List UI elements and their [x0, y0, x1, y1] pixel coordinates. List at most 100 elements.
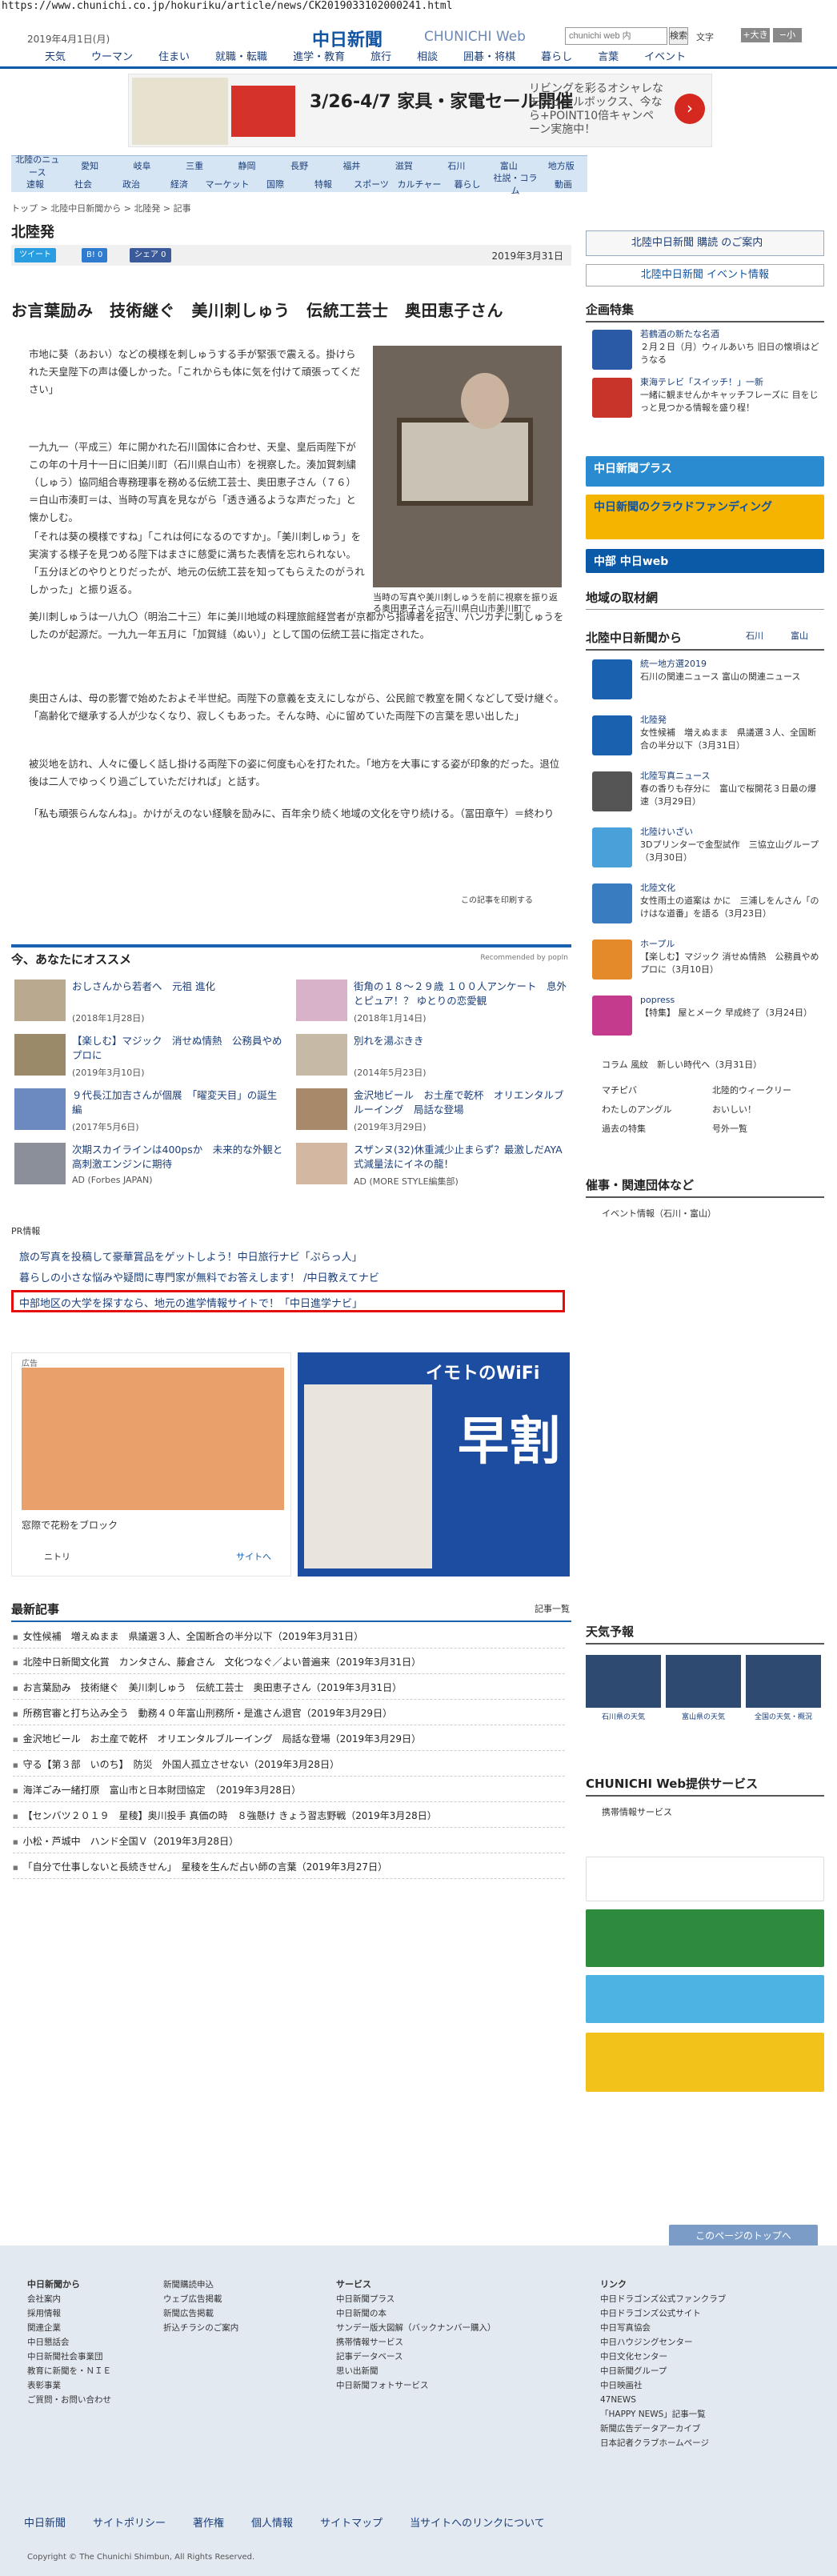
local-title[interactable]: 地域の取材網 [586, 589, 824, 610]
gnav-item[interactable]: 住まい [146, 49, 202, 66]
footer-link[interactable]: ご質問・お問い合わせ [27, 2393, 111, 2407]
recommend-title[interactable]: 次期スカイラインは400psか 未来的な外観と高刺激エンジンに期待 [72, 1143, 285, 1172]
recommend-item[interactable]: 街角の１８～２９歳 １００人アンケート 息外とピュア！？ ゆとりの恋愛観 (201… [296, 976, 568, 1024]
gnav-item[interactable]: 進学・教育 [280, 49, 358, 66]
section-nav-item[interactable]: 三重 [168, 159, 220, 172]
recommend-item[interactable]: ９代長江加吉さんが個展 「曜変天目」の誕生編 (2017年5月6日) [14, 1085, 286, 1133]
section-nav-item[interactable]: 社会 [59, 178, 107, 190]
footer-link[interactable]: 日本記者クラブホームページ [600, 2436, 726, 2450]
footer-link[interactable]: 中日ドラゴンズ公式サイト [600, 2306, 726, 2321]
footer-link[interactable]: 中日新聞グループ [600, 2364, 726, 2378]
item-title[interactable]: 北陸文化 [640, 882, 823, 895]
weather-card[interactable] [666, 1655, 741, 1708]
pr-link[interactable]: 暮らしの小さな悩みや疑問に専門家が無料でお答えします！ /中日教えてナビ [19, 1269, 379, 1284]
right-link[interactable]: 号外一覧 [712, 1122, 747, 1135]
news-item[interactable]: 女性候補 増えぬまま 県議選３人、全国断合の半分以下（2019年3月31日） [13, 1625, 565, 1649]
search-button[interactable]: 検索 [669, 27, 688, 45]
hatena-button[interactable]: B! 0 [82, 248, 108, 262]
hihan-banner[interactable] [586, 1975, 824, 2023]
page-top-button[interactable]: このページのトップへ [669, 2225, 818, 2247]
recommend-item[interactable]: スザンヌ(32)休重減少止まらず？最激しだAYA式減量法にイネの龍！ AD (MO… [296, 1140, 568, 1188]
footer-link[interactable]: ウェブ広告掲載 [163, 2292, 238, 2306]
news-item[interactable]: 「自分で仕事しないと長続きせん」 星稜を生んだ占い師の言葉（2019年3月27日… [13, 1855, 565, 1879]
weather-label[interactable]: 全国の天気・概況 [746, 1711, 821, 1721]
item-title[interactable]: ホープル [640, 938, 823, 951]
weather-label[interactable]: 富山県の天気 [666, 1711, 741, 1721]
print-link[interactable]: この記事を印刷する [461, 893, 533, 905]
article-photo[interactable] [373, 346, 562, 587]
item-title[interactable]: 北陸写真ニュース [640, 770, 823, 783]
footer-nav-item[interactable]: サイトポリシー [93, 2514, 166, 2530]
web-banner[interactable]: 中部 中日web [586, 549, 824, 573]
right-link[interactable]: マチピバ [602, 1084, 637, 1096]
search-input[interactable] [565, 27, 667, 45]
weather-label[interactable]: 石川県の天気 [586, 1711, 661, 1721]
from-item[interactable]: ホープル 【楽しむ】マジック 消せぬ情熱 公務員やめプロに（3月10日） [586, 938, 824, 983]
font-small-button[interactable]: −小 [773, 28, 802, 42]
ad-wifi[interactable]: イモトのWiFi 早割 [298, 1352, 570, 1576]
footer-link[interactable]: 新聞購読申込 [163, 2278, 238, 2292]
footer-link[interactable]: 折込チラシのご案内 [163, 2321, 238, 2335]
footer-link[interactable]: 中日ドラゴンズ公式ファンクラブ [600, 2292, 726, 2306]
footer-link[interactable]: 中日映画社 [600, 2378, 726, 2393]
section-nav-item[interactable]: 経済 [155, 178, 203, 190]
font-large-button[interactable]: +大きく [741, 28, 770, 54]
concours-banner[interactable] [586, 2033, 824, 2092]
kikaku-item[interactable]: 若鶴酒の新たな名酒 ２月２日（月）ウィルあいち 旧日の懐頃はどうなる [586, 328, 824, 373]
section-nav-item[interactable]: マーケット [203, 178, 251, 190]
gnav-item[interactable]: 就職・転職 [202, 49, 280, 66]
event-info-button[interactable]: 北陸中日新聞 イベント情報 [586, 264, 824, 286]
footer-nav-item[interactable]: 著作権 [193, 2514, 224, 2530]
recommend-title[interactable]: スザンヌ(32)休重減少止まらず？最激しだAYA式減量法にイネの龍！ [354, 1143, 567, 1172]
from-item[interactable]: popress 【特集】 屋とメーク 早成終了（3月24日） [586, 994, 824, 1039]
recommend-title[interactable]: 金沢地ビール お土産で乾杯 オリエンタルブルーイング 局話な登場 [354, 1088, 567, 1117]
crowdfunding-banner[interactable]: 中日新聞のクラウドファンディング [586, 495, 824, 539]
section-nav-item[interactable]: 石川 [431, 159, 483, 172]
from-item[interactable]: 北陸発 女性候補 増えぬまま 県議選３人、全国断合の半分以下（3月31日） [586, 714, 824, 759]
more-link[interactable]: 記事一覧 [535, 1602, 570, 1615]
section-nav-item[interactable]: 動画 [539, 178, 587, 190]
footer-link[interactable]: 47NEWS [600, 2393, 726, 2407]
footer-link[interactable]: 関連企業 [27, 2321, 111, 2335]
gnav-item[interactable]: ウーマン [78, 49, 146, 66]
section-nav-item[interactable]: 地方版 [535, 159, 587, 172]
gnav-item[interactable]: イベント [631, 49, 699, 66]
section-nav-item[interactable]: スポーツ [347, 178, 395, 190]
facebook-share-button[interactable]: シェア 0 [130, 248, 171, 262]
news-item[interactable]: お言葉励み 技術継ぐ 美川刺しゅう 伝統工芸士 奥田恵子さん（2019年3月31… [13, 1676, 565, 1700]
recommend-item[interactable]: おしさんから若者へ 元祖 進化 (2018年1月28日) [14, 976, 286, 1024]
section-nav-item[interactable]: 富山 [483, 159, 535, 172]
news-item[interactable]: 所務官審と打ち込み全う 動務４０年富山刑務所・是進さん退官（2019年3月29日… [13, 1701, 565, 1725]
recommend-item[interactable]: 別れを湯ぶきき (2014年5月23日) [296, 1031, 568, 1079]
footer-link[interactable]: 中日新聞プラス [336, 2292, 496, 2306]
tweet-button[interactable]: ツイート [14, 248, 56, 262]
recommend-title[interactable]: ９代長江加吉さんが個展 「曜変天目」の誕生編 [72, 1088, 285, 1117]
section-nav-item[interactable]: 滋賀 [378, 159, 430, 172]
weather-card[interactable] [746, 1655, 821, 1708]
column-link[interactable]: コラム 風紋 新しい時代へ（3月31日） [602, 1058, 762, 1071]
recommend-title[interactable]: 【楽しむ】マジック 消せぬ情熱 公務員やめプロに [72, 1034, 285, 1063]
footer-link[interactable]: 会社案内 [27, 2292, 111, 2306]
pr-link[interactable]: 中部地区の大学を探すなら、地元の進学情報サイトで！「中日進学ナビ」 [19, 1295, 362, 1310]
footer-link[interactable]: 中日懇話会 [27, 2335, 111, 2350]
pr-link[interactable]: 旅の写真を投稿して豪華賞品をゲットしよう！中日旅行ナビ「ぷらっ人」 [19, 1248, 362, 1264]
item-title[interactable]: 北陸発 [640, 714, 823, 727]
footer-link[interactable]: 表彰事業 [27, 2378, 111, 2393]
recommend-title[interactable]: 別れを湯ぶきき [354, 1034, 567, 1048]
section-nav-item[interactable]: 愛知 [63, 159, 115, 172]
recommend-title[interactable]: おしさんから若者へ 元祖 進化 [72, 980, 285, 994]
footer-link[interactable]: 「HAPPY NEWS」記事一覧 [600, 2407, 726, 2422]
footer-link[interactable]: 中日新聞フォトサービス [336, 2378, 496, 2393]
footer-link[interactable]: 思い出新聞 [336, 2364, 496, 2378]
footer-link[interactable]: 新聞広告データアーカイブ [600, 2422, 726, 2436]
news-item[interactable]: 守る【第３部 いのち】 防災 外国人孤立させない（2019年3月28日） [13, 1753, 565, 1777]
plus-banner[interactable]: 中日新聞プラス [586, 456, 824, 487]
section-nav-item[interactable]: 岐阜 [116, 159, 168, 172]
gnav-item[interactable]: 言葉 [585, 49, 631, 66]
footer-link[interactable]: 記事データベース [336, 2350, 496, 2364]
chevron-right-icon[interactable]: › [675, 94, 705, 124]
news-item[interactable]: 海洋ごみ一緒打原 富山市と日本財団協定 （2019年3月28日） [13, 1778, 565, 1802]
right-link[interactable]: わたしのアングル [602, 1103, 672, 1116]
footer-link[interactable]: 新聞広告掲載 [163, 2306, 238, 2321]
section-nav-item[interactable]: 北陸のニュース [11, 153, 63, 178]
